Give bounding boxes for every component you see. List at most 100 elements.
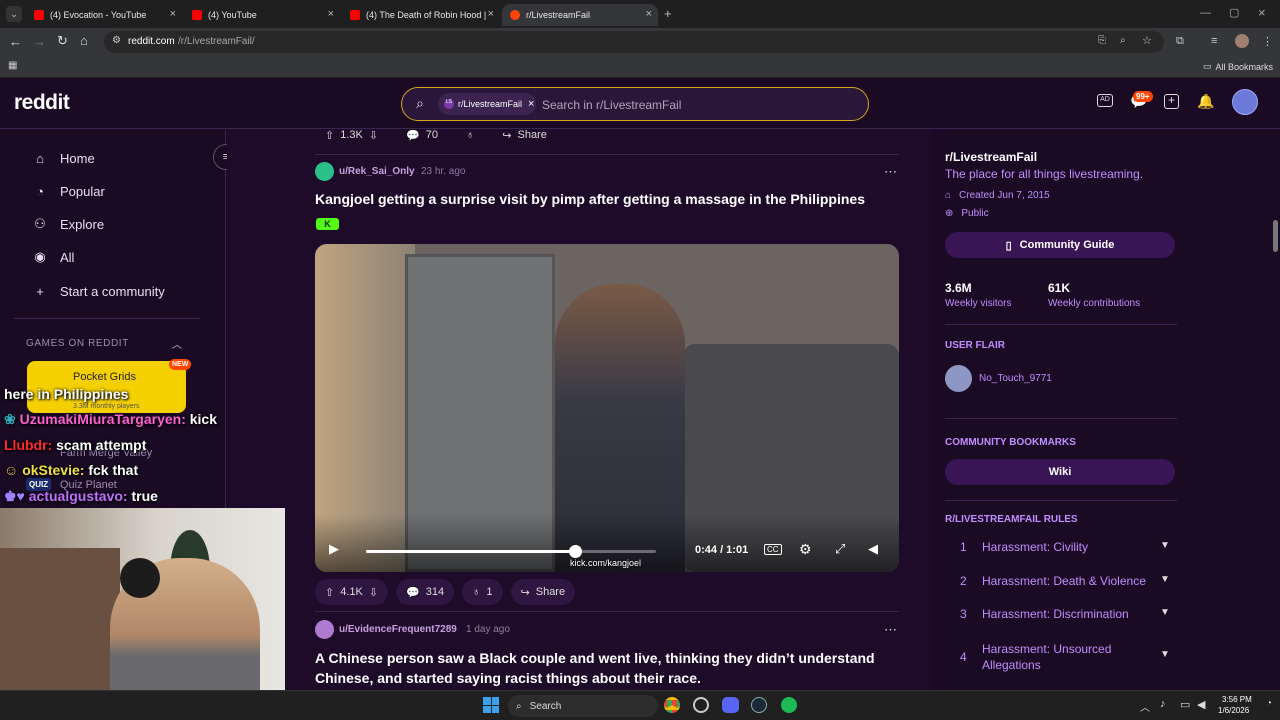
create-post-icon[interactable]: + [1164, 94, 1179, 109]
tray-chevron-up-icon[interactable]: ︿ [1140, 699, 1150, 714]
close-icon[interactable]: × [488, 8, 494, 20]
close-icon[interactable]: × [170, 8, 176, 20]
new-badge: NEW [169, 359, 192, 370]
windows-start-icon[interactable] [483, 697, 499, 713]
community-guide-button[interactable]: ▯ Community Guide [945, 232, 1175, 258]
home-button-icon[interactable]: ⌂ [80, 33, 88, 48]
network-icon[interactable]: ▭ [1180, 698, 1190, 711]
comment-icon: 💬 [406, 586, 420, 599]
share-label: Share [535, 586, 566, 598]
post-author-avatar[interactable] [315, 162, 334, 181]
scrollbar-thumb[interactable] [1273, 220, 1278, 252]
volume-tray-icon[interactable]: ◀ [1197, 698, 1205, 711]
post-author[interactable]: u/EvidenceFrequent7289 [339, 624, 457, 635]
share-button[interactable]: ↪ Share [492, 122, 557, 148]
rule-item[interactable]: 3 Harassment: Discrimination ▼ [960, 607, 1170, 621]
extensions-icon[interactable]: ⧉ [1176, 35, 1184, 48]
comments-button[interactable]: 💬 314 [396, 579, 455, 605]
zoom-icon[interactable]: ⌕ [1120, 35, 1126, 46]
sidebar-item-explore[interactable]: ⚇ Explore [32, 216, 104, 232]
search-icon: ⌕ [416, 95, 424, 111]
weekly-visitors-value: 3.6M [945, 281, 972, 295]
window-close-button[interactable]: × [1258, 5, 1266, 20]
wiki-button[interactable]: Wiki [945, 459, 1175, 485]
chip-close-icon[interactable]: × [528, 98, 534, 110]
video-progress-track[interactable] [366, 545, 656, 558]
rule-item[interactable]: 4 Harassment: Unsourced Allegations ▼ [960, 641, 1170, 673]
chevron-up-icon[interactable]: ︿ [172, 336, 182, 351]
downvote-icon[interactable]: ⇩ [369, 129, 378, 142]
sidebar-item-home[interactable]: ⌂ Home [32, 150, 95, 166]
chat-message: ❀ UzumakiMiuraTargaryen: kick [4, 411, 217, 428]
microphone-icon[interactable]: ♪ [1160, 698, 1166, 710]
taskbar-search[interactable]: ⌕ Search [508, 695, 658, 717]
search-bar[interactable]: ⌕ LS r/LivestreamFail × Search in r/Live… [401, 87, 869, 121]
post-overflow-menu-icon[interactable]: ⋯ [884, 164, 897, 180]
tab-robin-hood[interactable]: (4) The Death of Robin Hood | × [342, 4, 500, 26]
clock-date[interactable]: 1/6/2026 [1218, 706, 1249, 715]
chat-text: true [131, 488, 158, 504]
rule-item[interactable]: 2 Harassment: Death & Violence ▼ [960, 574, 1170, 588]
games-heading[interactable]: GAMES ON REDDIT [26, 338, 129, 349]
subreddit-chip[interactable]: LS r/LivestreamFail × [438, 93, 536, 115]
spotify-icon[interactable] [781, 697, 797, 713]
upvote-icon[interactable]: ⇧ [325, 586, 334, 599]
clock-time[interactable]: 3:56 PM [1222, 695, 1252, 704]
steam-icon[interactable] [751, 697, 767, 713]
obs-icon[interactable] [693, 697, 709, 713]
fullscreen-icon[interactable]: ⤢ [835, 541, 845, 557]
user-avatar[interactable] [1232, 89, 1258, 115]
url-field[interactable]: ⚙ reddit.com /r/LivestreamFail/ ⎘ ⌕ ☆ [104, 31, 1164, 53]
flair-avatar[interactable] [945, 365, 972, 392]
close-icon[interactable]: × [646, 8, 652, 20]
advertise-icon[interactable]: AD [1097, 94, 1113, 107]
video-play-icon[interactable]: ▶ [329, 541, 339, 557]
settings-gear-icon[interactable]: ⚙ [799, 541, 812, 558]
install-icon[interactable]: ⎘ [1098, 35, 1106, 46]
comments-button[interactable]: 💬 70 [396, 122, 448, 148]
back-icon[interactable]: ← [9, 34, 22, 49]
sidebar-item-all[interactable]: ◉ All [32, 249, 74, 265]
post-overflow-menu-icon[interactable]: ⋯ [884, 622, 897, 638]
award-button[interactable]: ♁ 1 [462, 579, 503, 605]
notification-bell-icon[interactable]: ◔ [1266, 698, 1272, 709]
post-title[interactable]: A Chinese person saw a Black couple and … [315, 648, 905, 688]
sidebar-item-label: Home [60, 150, 95, 166]
tab-livestreamfail[interactable]: r/LivestreamFail × [502, 4, 658, 26]
post-author[interactable]: u/Rek_Sai_Only [339, 166, 415, 177]
video-scrubber-handle[interactable] [568, 545, 582, 558]
minimize-button[interactable]: — [1200, 7, 1211, 19]
profile-avatar[interactable] [1235, 34, 1249, 48]
post-author-avatar[interactable] [315, 620, 334, 639]
reddit-logo[interactable]: reddit [14, 91, 70, 115]
video-player[interactable] [315, 244, 899, 572]
star-icon[interactable]: ☆ [1142, 34, 1152, 47]
notifications-bell-icon[interactable]: 🔔 [1197, 93, 1214, 110]
upvote-icon[interactable]: ⇧ [325, 129, 334, 142]
maximize-button[interactable]: ▢ [1229, 6, 1239, 19]
post-title[interactable]: Kangjoel getting a surprise visit by pim… [315, 191, 900, 207]
discord-icon[interactable] [722, 697, 739, 713]
media-icon[interactable]: ≡ [1211, 35, 1217, 47]
new-tab-button[interactable]: + [664, 6, 672, 21]
sidebar-item-popular[interactable]: ◔ Popular [32, 183, 105, 199]
close-icon[interactable]: × [328, 8, 334, 20]
browser-menu-icon[interactable]: ⋮ [1262, 35, 1273, 48]
site-info-icon[interactable]: ⚙ [112, 35, 121, 46]
flair-username[interactable]: No_Touch_9771 [979, 373, 1052, 384]
reload-icon[interactable]: ↻ [57, 33, 68, 49]
award-button[interactable]: ♁ [456, 122, 484, 148]
tab-evocation[interactable]: (4) Evocation - YouTube × [26, 4, 182, 26]
chrome-icon[interactable] [664, 697, 680, 713]
downvote-icon[interactable]: ⇩ [369, 586, 378, 599]
forward-icon[interactable]: → [33, 34, 46, 49]
captions-icon[interactable]: CC [764, 544, 782, 555]
apps-grid-icon[interactable]: ▦ [8, 60, 17, 71]
sidebar-item-start-community[interactable]: + Start a community [32, 283, 165, 299]
tab-search-button[interactable]: ⌄ [6, 6, 22, 22]
volume-icon[interactable]: ◀ [868, 541, 878, 557]
tab-youtube[interactable]: (4) YouTube × [184, 4, 340, 26]
rule-item[interactable]: 1 Harassment: Civility ▼ [960, 540, 1170, 554]
all-bookmarks-button[interactable]: ▭ All Bookmarks [1203, 61, 1273, 72]
share-button[interactable]: ↪ Share [510, 579, 576, 605]
